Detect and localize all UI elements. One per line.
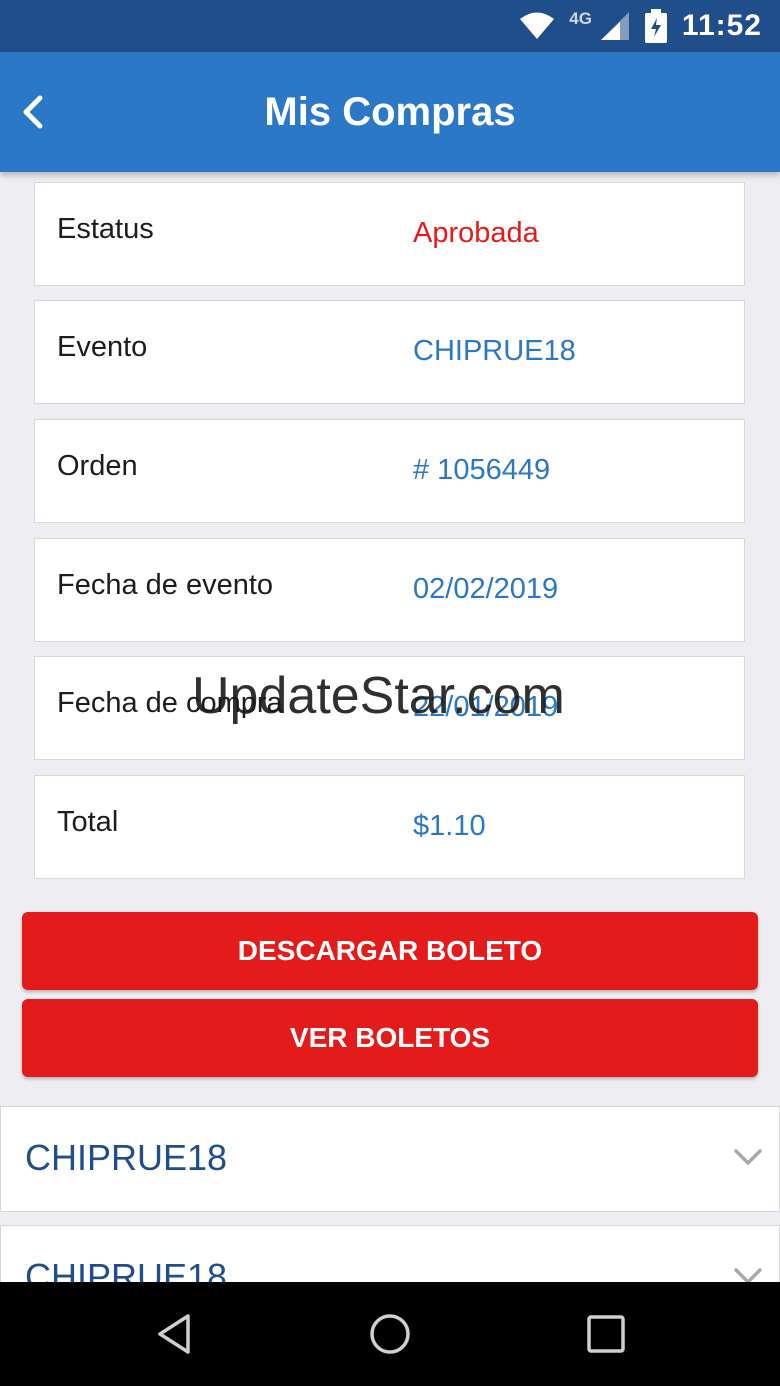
wifi-icon (520, 12, 555, 39)
detail-row-order: Orden # 1056449 (34, 419, 745, 523)
event-value: CHIPRUE18 (413, 335, 576, 367)
chevron-down-icon (734, 1149, 762, 1165)
detail-row-total: Total $1.10 (34, 775, 745, 879)
event-date-value: 02/02/2019 (413, 573, 559, 605)
detail-row-status: Estatus Aprobada (34, 182, 745, 286)
recents-square-icon[interactable] (584, 1312, 628, 1356)
system-navigation-bar (0, 1282, 780, 1386)
detail-label: Orden (57, 450, 138, 482)
accordion-title: CHIPRUE18 (25, 1256, 228, 1282)
back-triangle-icon[interactable] (152, 1312, 196, 1356)
view-tickets-button[interactable]: VER BOLETOS (22, 999, 758, 1077)
cell-signal-icon (600, 12, 629, 40)
accordion-title: CHIPRUE18 (25, 1137, 228, 1178)
page-title: Mis Compras (264, 90, 516, 134)
status-time: 11:52 (681, 9, 762, 42)
download-ticket-button[interactable]: DESCARGAR BOLETO (22, 912, 758, 990)
home-circle-icon[interactable] (368, 1312, 412, 1356)
network-type-label: 4G (569, 9, 592, 28)
detail-row-event-date: Fecha de evento 02/02/2019 (34, 538, 745, 642)
ticket-accordion-item[interactable]: CHIPRUE18 (0, 1225, 780, 1282)
purchase-detail-content: Estatus Aprobada Evento CHIPRUE18 Orden … (0, 172, 780, 1282)
detail-label: Estatus (57, 213, 154, 245)
status-bar: 4G 11:52 (0, 0, 780, 52)
detail-label: Fecha de evento (57, 569, 274, 601)
order-value: # 1056449 (413, 454, 551, 486)
app-bar: Mis Compras (0, 52, 780, 172)
battery-charging-icon (644, 9, 667, 43)
chevron-left-icon[interactable] (18, 92, 50, 132)
status-value: Aprobada (413, 217, 539, 249)
detail-row-event: Evento CHIPRUE18 (34, 300, 745, 404)
detail-label: Evento (57, 331, 148, 363)
total-value: $1.10 (413, 810, 486, 842)
chevron-down-icon (734, 1268, 762, 1282)
ticket-accordion-item[interactable]: CHIPRUE18 (0, 1106, 780, 1212)
watermark-text: UpdateStar.com (192, 667, 565, 725)
detail-label: Total (57, 806, 119, 838)
status-icons: 4G 11:52 (519, 0, 762, 52)
